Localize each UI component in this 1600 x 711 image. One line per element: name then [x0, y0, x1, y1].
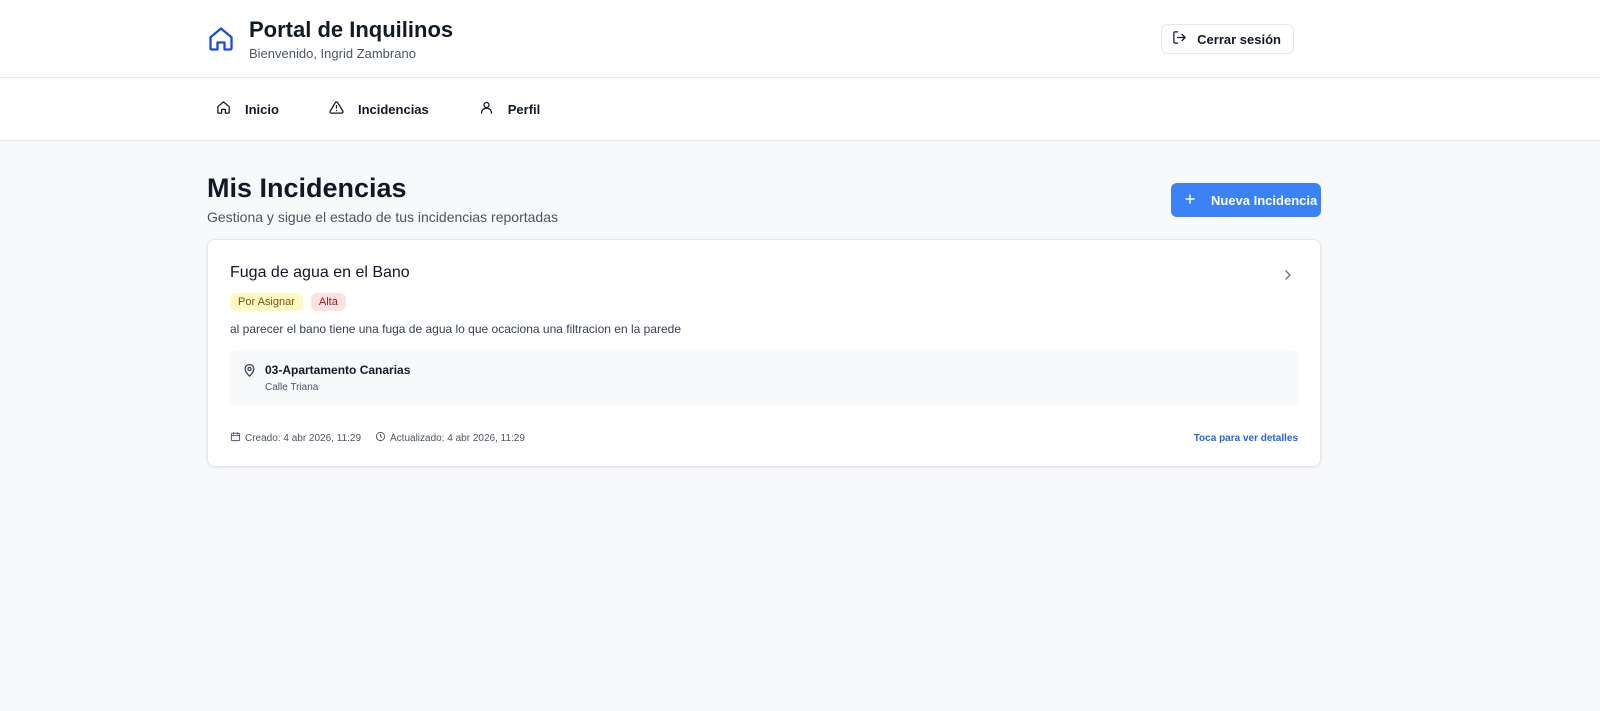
- property-street: Calle Triana: [265, 382, 319, 394]
- nav-item-inicio[interactable]: Inicio: [216, 100, 279, 118]
- incident-description: al parecer el bano tiene una fuga de agu…: [230, 322, 682, 337]
- map-pin-icon: [242, 363, 257, 383]
- plus-icon: [1183, 192, 1197, 209]
- new-incident-button[interactable]: Nueva Incidencia: [1171, 183, 1321, 217]
- status-badge: Por Asignar: [230, 293, 303, 312]
- nav-item-label: Perfil: [507, 101, 541, 117]
- incident-card[interactable]: Fuga de agua en el Bano Por Asignar Alta…: [207, 239, 1321, 468]
- logout-button[interactable]: Cerrar sesión: [1161, 24, 1294, 54]
- home-icon: [216, 100, 231, 118]
- incident-title: Fuga de agua en el Bano: [230, 264, 410, 282]
- main-nav: Inicio Incidencias Perfil: [0, 78, 1600, 141]
- updated-date: Actualizado: 4 abr 2026, 11:29: [390, 432, 525, 444]
- chevron-right-icon: [1280, 267, 1296, 288]
- calendar-icon: [230, 431, 241, 445]
- welcome-text: Bienvenido, Ingrid Zambrano: [249, 45, 416, 61]
- nav-item-incidencias[interactable]: Incidencias: [329, 100, 429, 118]
- property-name: 03-Apartamento Canarias: [265, 363, 411, 378]
- created-meta: Creado: 4 abr 2026, 11:29: [230, 431, 361, 445]
- user-icon: [479, 100, 494, 118]
- new-incident-label: Nueva Incidencia: [1211, 192, 1318, 208]
- nav-item-label: Incidencias: [357, 101, 429, 117]
- app-header: Portal de Inquilinos Bienvenido, Ingrid …: [0, 0, 1600, 78]
- view-details-link[interactable]: Toca para ver detalles: [1194, 433, 1298, 444]
- nav-item-perfil[interactable]: Perfil: [479, 100, 541, 118]
- app-title: Portal de Inquilinos: [249, 17, 454, 43]
- nav-item-label: Inicio: [245, 101, 279, 117]
- logout-icon: [1172, 30, 1187, 48]
- updated-meta: Actualizado: 4 abr 2026, 11:29: [375, 431, 525, 445]
- clock-icon: [375, 431, 386, 445]
- page-subtitle: Gestiona y sigue el estado de tus incide…: [207, 209, 558, 226]
- home-icon: [207, 25, 235, 53]
- logout-label: Cerrar sesión: [1197, 31, 1281, 47]
- page-title: Mis Incidencias: [207, 173, 407, 203]
- created-date: Creado: 4 abr 2026, 11:29: [245, 432, 362, 444]
- brand: Portal de Inquilinos Bienvenido, Ingrid …: [207, 17, 454, 61]
- main-content: Mis Incidencias Gestiona y sigue el esta…: [207, 172, 1321, 468]
- property-box: 03-Apartamento Canarias Calle Triana: [230, 350, 1298, 407]
- priority-badge: Alta: [310, 293, 346, 312]
- warning-icon: [329, 100, 344, 118]
